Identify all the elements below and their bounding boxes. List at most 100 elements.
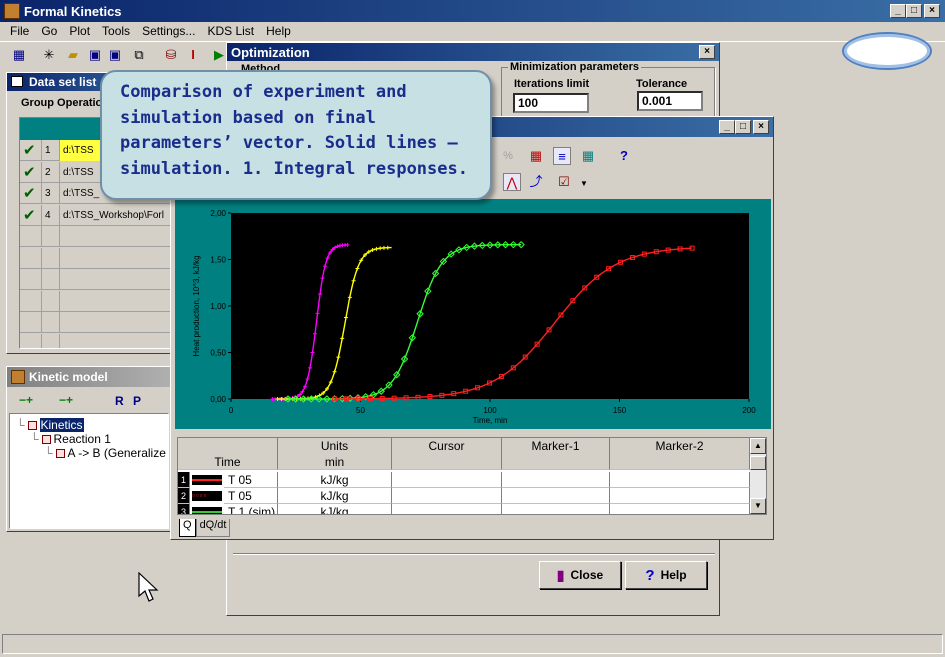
curve-icon[interactable]: ⤴ xyxy=(527,173,545,191)
dataset-row[interactable] xyxy=(20,290,172,312)
menu-tools[interactable]: Tools xyxy=(102,24,130,40)
dataset-row[interactable] xyxy=(20,247,172,269)
percent-icon[interactable]: % xyxy=(499,147,517,165)
y-axis-label: Heat production, 10^3, kJ/kg xyxy=(192,255,201,356)
dataset-row[interactable] xyxy=(20,226,172,247)
time-marker2-cell xyxy=(610,454,750,470)
close-button[interactable]: × xyxy=(924,4,940,18)
scroll-down-button[interactable]: ▼ xyxy=(750,498,766,514)
kinetic-title: Kinetic model xyxy=(29,370,108,384)
header-blank xyxy=(178,438,278,454)
dropdown-arrow-icon[interactable]: ▼ xyxy=(575,175,593,193)
new-icon[interactable]: ✳ xyxy=(40,46,58,64)
logo xyxy=(842,32,932,70)
series-units: kJ/kg xyxy=(278,472,392,488)
header-units: Units xyxy=(278,438,392,454)
row-number: 1 xyxy=(42,140,60,161)
iterations-label: Iterations limit xyxy=(514,78,590,90)
scroll-up-button[interactable]: ▲ xyxy=(750,438,766,454)
menu-help[interactable]: Help xyxy=(266,24,291,40)
menu-settings[interactable]: Settings... xyxy=(142,24,195,40)
y-tick-label: 1,00 xyxy=(210,302,226,311)
app-titlebar: Formal Kinetics _ □ × xyxy=(0,0,945,22)
maximize-button[interactable]: □ xyxy=(906,4,922,18)
tolerance-input[interactable]: 0.001 xyxy=(637,91,703,111)
row-number xyxy=(42,247,60,269)
optimization-titlebar: Optimization × xyxy=(227,43,719,61)
tab-dqdt[interactable]: dQ/dt xyxy=(195,519,231,537)
dataset-title: Data set list xyxy=(29,75,97,89)
tree-item-reaction[interactable]: └ Reaction 1 xyxy=(30,432,111,446)
cursor-cell xyxy=(392,488,502,504)
row-number xyxy=(42,290,60,312)
plot-close-button[interactable]: × xyxy=(753,120,769,134)
database-icon[interactable]: ⛁ xyxy=(162,46,180,64)
help-query-icon[interactable]: ? xyxy=(615,147,633,165)
grid-icon[interactable]: ▦ xyxy=(579,147,597,165)
menu-bar: File Go Plot Tools Settings... KDS List … xyxy=(10,24,303,40)
y-tick-label: 2,00 xyxy=(210,209,226,218)
legend-row[interactable]: 2▫▫▫▫T 05 (exp)kJ/kg xyxy=(178,488,750,514)
tab-q[interactable]: Q xyxy=(179,519,196,537)
help-icon: ? xyxy=(645,566,655,584)
window-icon xyxy=(11,76,23,87)
row-number: 1 xyxy=(178,472,190,488)
legend-row[interactable]: 1 T 05 (sim)kJ/kg xyxy=(178,472,750,503)
menu-plot[interactable]: Plot xyxy=(69,24,90,40)
save-icon[interactable]: ▣ xyxy=(86,46,104,64)
empty-cell xyxy=(20,312,42,333)
empty-cell xyxy=(20,226,42,247)
y-tick-label: 0,50 xyxy=(210,349,226,358)
open-icon[interactable]: ▰ xyxy=(64,46,82,64)
empty-cell xyxy=(20,269,42,290)
menu-kds-list[interactable]: KDS List xyxy=(207,24,254,40)
marker2-cell xyxy=(610,504,750,514)
series-swatch xyxy=(192,507,222,514)
remove-reaction-icon[interactable]: −+ xyxy=(19,393,33,407)
annotation-callout: Comparison of experiment and simulation … xyxy=(100,70,492,200)
header-marker-1: Marker-1 xyxy=(502,438,610,454)
menu-file[interactable]: File xyxy=(10,24,29,40)
dataset-row[interactable] xyxy=(20,333,172,348)
lines-icon[interactable]: ≡ xyxy=(553,147,571,165)
row-number xyxy=(42,226,60,247)
optimization-close-button[interactable]: × xyxy=(699,45,715,59)
add-reaction-icon[interactable]: −+ xyxy=(59,393,73,407)
list-icon[interactable]: ▦ xyxy=(10,46,28,64)
time-units-cell: min xyxy=(278,454,392,470)
group-operations-label[interactable]: Group Operatio xyxy=(21,97,102,109)
cursor-cell xyxy=(392,472,502,488)
save-as-icon[interactable]: ▣ xyxy=(106,46,124,64)
legend-row[interactable]: 3 T 1 (sim) kJ/kg xyxy=(178,504,750,514)
time-label-cell: Time xyxy=(178,454,278,470)
time-cursor-cell xyxy=(392,454,502,470)
dataset-row[interactable]: ✔ 4 d:\TSS_Workshop\Forl xyxy=(20,204,172,226)
tree-node-icon xyxy=(41,434,51,444)
tree-item-step[interactable]: └ A -> B (Generalize xyxy=(44,446,166,460)
row-path xyxy=(60,312,172,333)
vertical-scrollbar[interactable]: ▲ ▼ xyxy=(750,438,766,514)
copy-icon[interactable]: ⧉ xyxy=(130,46,148,64)
text-icon[interactable]: I xyxy=(184,46,202,64)
minimize-button[interactable]: _ xyxy=(890,4,906,18)
peak-icon[interactable]: ⋀ xyxy=(503,173,521,191)
p-button[interactable]: P xyxy=(133,394,141,408)
check-chart-icon[interactable]: ☑ xyxy=(555,173,573,191)
help-button[interactable]: ? Help xyxy=(625,561,707,589)
color-palette-icon[interactable]: ▦ xyxy=(527,147,545,165)
check-icon: ✔ xyxy=(20,140,42,161)
menu-go[interactable]: Go xyxy=(41,24,57,40)
scroll-thumb[interactable] xyxy=(750,456,766,470)
row-number: 2 xyxy=(178,488,190,504)
iterations-input[interactable]: 100 xyxy=(513,93,589,113)
bottom-separator xyxy=(233,553,715,555)
plot-minimize-button[interactable]: _ xyxy=(719,120,735,134)
dataset-row[interactable] xyxy=(20,312,172,333)
series-name: T 05 (exp) xyxy=(224,488,278,514)
close-dialog-button[interactable]: ▮ Close xyxy=(539,561,621,589)
check-icon: ✔ xyxy=(20,161,42,183)
dataset-row[interactable] xyxy=(20,269,172,290)
plot-maximize-button[interactable]: □ xyxy=(735,120,751,134)
r-button[interactable]: R xyxy=(115,394,124,408)
tree-item-kinetics[interactable]: └ Kinetics xyxy=(16,418,84,432)
